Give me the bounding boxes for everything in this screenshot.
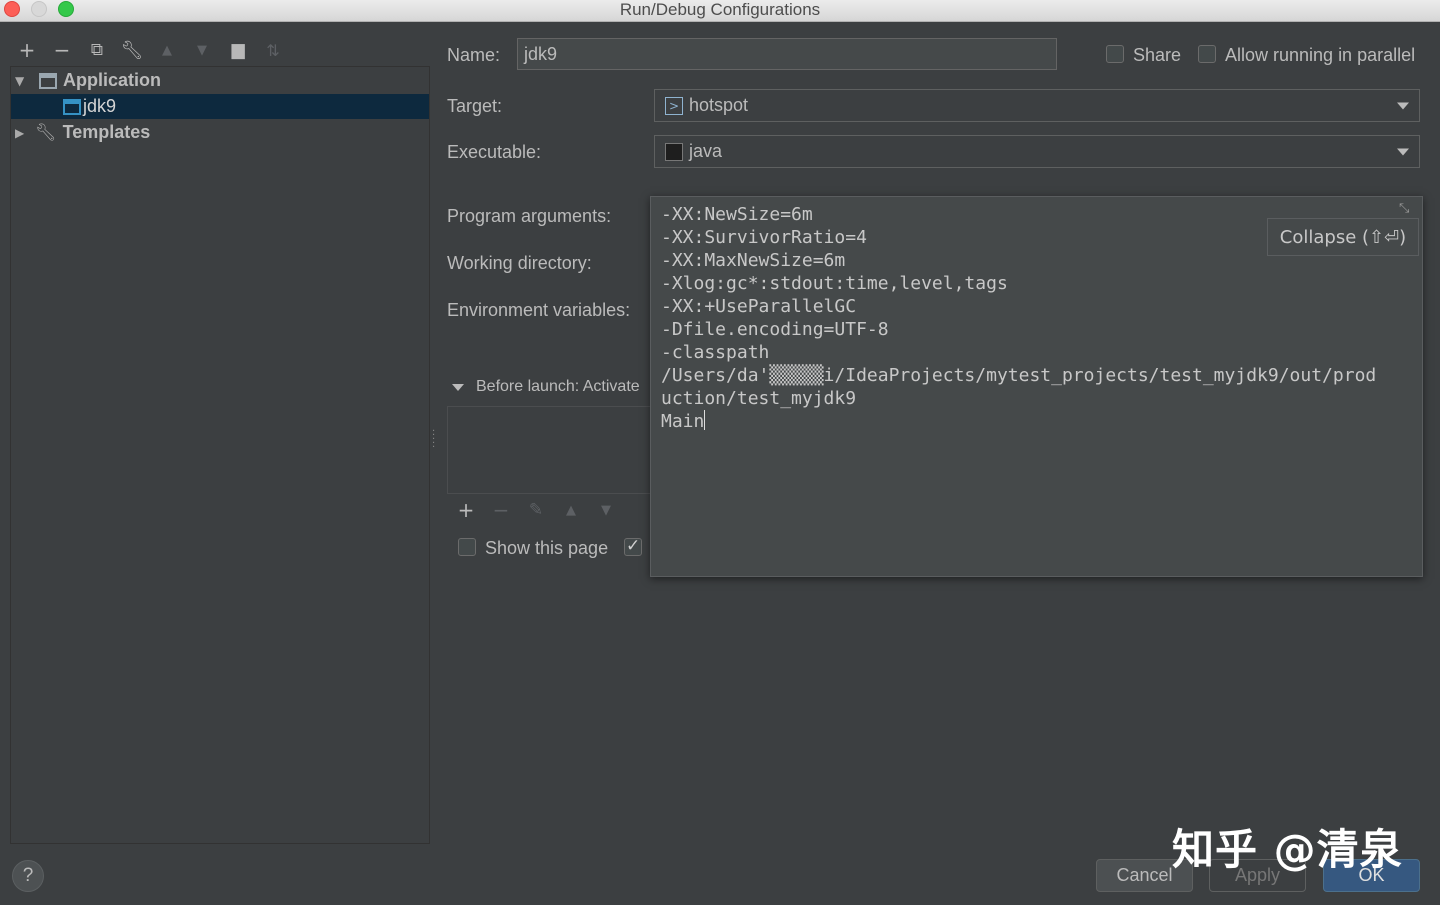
maximize-window-button[interactable]: [58, 1, 74, 17]
move-down-icon[interactable]: ▼: [188, 36, 216, 64]
wrench-icon[interactable]: 🔧︎: [118, 36, 146, 64]
collapse-arrow-icon: [452, 383, 464, 391]
collapse-arrow-icon[interactable]: ▶: [15, 126, 29, 140]
tree-item-application[interactable]: ▼ Application: [11, 68, 429, 93]
environment-variables-label: Environment variables:: [447, 300, 631, 320]
move-up-icon[interactable]: ▲: [153, 36, 181, 64]
before-launch-list[interactable]: [447, 406, 657, 494]
help-button[interactable]: ?: [12, 860, 44, 892]
minimize-window-button[interactable]: [31, 1, 47, 17]
expand-arrow-icon[interactable]: ▼: [15, 74, 29, 88]
executable-combo[interactable]: java: [654, 135, 1420, 168]
before-launch-title: Before launch: Activate: [476, 378, 640, 395]
argument-line-last: Main: [661, 410, 1401, 433]
target-combo[interactable]: > hotspot: [654, 89, 1420, 122]
tree-item-label: jdk9: [83, 96, 117, 116]
argument-line: -XX:+UseParallelGC: [661, 296, 857, 317]
program-arguments-expanded-editor[interactable]: ⤡ -XX:NewSize=6m -XX:SurvivorRatio=4 -XX:M…: [650, 196, 1423, 577]
share-label: Share: [1133, 45, 1182, 65]
argument-line: Main: [661, 411, 705, 432]
activate-tool-window-checkbox[interactable]: [624, 536, 642, 556]
sort-icon[interactable]: ⇅: [259, 36, 287, 64]
configurations-toolbar: + − ⧉ 🔧︎ ▲ ▼ ▆ ⇅: [10, 36, 430, 64]
move-down-icon[interactable]: ▼: [592, 496, 620, 524]
close-window-button[interactable]: [4, 1, 20, 17]
tree-item-label: Application: [63, 70, 161, 90]
show-page-checkbox[interactable]: [458, 538, 476, 556]
argument-line: uction/test_myjdk9: [661, 388, 857, 409]
executable-label: Executable:: [447, 142, 542, 162]
wrench-icon: 🔧︎: [35, 122, 57, 143]
edit-icon[interactable]: ✎: [522, 496, 550, 524]
argument-line: /Users/da'▒▒▒▒▒i/IdeaProjects/mytest_pro…: [661, 365, 1377, 386]
add-icon[interactable]: +: [452, 496, 480, 524]
show-page-label: Show this page: [485, 538, 609, 558]
before-launch-toolbar: + − ✎ ▲ ▼: [447, 496, 657, 526]
tree-item-templates[interactable]: ▶ 🔧︎ Templates: [11, 120, 429, 145]
folder-icon[interactable]: ▆: [224, 36, 252, 64]
window-title: Run/Debug Configurations: [619, 0, 821, 19]
argument-line: -Xlog:gc*:stdout:time,level,tags: [661, 273, 1008, 294]
allow-parallel-label: Allow running in parallel: [1225, 45, 1416, 65]
share-checkbox[interactable]: [1106, 45, 1124, 63]
remove-icon[interactable]: −: [48, 36, 76, 64]
collapse-button[interactable]: Collapse (⇧⏎): [1267, 218, 1419, 256]
panel-splitter[interactable]: · · · · ·: [432, 427, 435, 453]
allow-parallel-checkbox[interactable]: [1198, 45, 1216, 63]
name-input[interactable]: jdk9: [517, 38, 1057, 70]
executable-icon: [665, 142, 683, 161]
target-label: Target:: [447, 96, 503, 116]
tree-item-jdk9[interactable]: jdk9: [11, 94, 429, 119]
argument-line: -classpath: [661, 342, 770, 363]
text-caret: [704, 410, 706, 430]
copy-icon[interactable]: ⧉: [83, 36, 111, 64]
move-up-icon[interactable]: ▲: [557, 496, 585, 524]
dropdown-arrow-icon: [1397, 102, 1409, 109]
add-icon[interactable]: +: [13, 36, 41, 64]
title-bar: Run/Debug Configurations: [0, 0, 1440, 22]
name-label: Name:: [447, 45, 501, 65]
terminal-icon: >: [665, 96, 683, 115]
executable-value: java: [689, 141, 723, 161]
remove-icon[interactable]: −: [487, 496, 515, 524]
target-value: hotspot: [689, 95, 749, 115]
configurations-tree: ▼ Application jdk9 ▶ 🔧︎ Templates: [10, 66, 430, 844]
application-config-icon: [63, 98, 81, 115]
dropdown-arrow-icon: [1397, 148, 1409, 155]
program-arguments-label: Program arguments:: [447, 206, 612, 226]
working-directory-label: Working directory:: [447, 253, 592, 273]
watermark: 知乎 @清泉: [1172, 825, 1403, 874]
tree-item-label: Templates: [62, 122, 151, 142]
application-icon: [39, 72, 57, 89]
argument-line: -Dfile.encoding=UTF-8: [661, 319, 889, 340]
before-launch-header[interactable]: Before launch: Activate: [452, 378, 640, 396]
